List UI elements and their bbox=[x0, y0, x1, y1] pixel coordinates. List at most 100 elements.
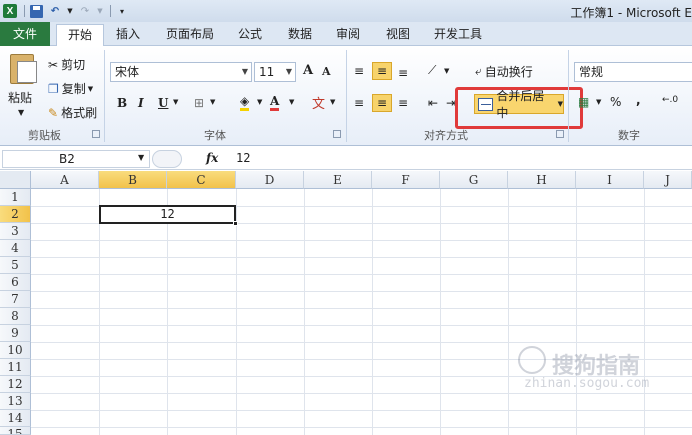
column-header[interactable]: D bbox=[236, 171, 304, 189]
currency-dropdown-icon[interactable]: ▼ bbox=[596, 98, 601, 106]
column-header[interactable]: J bbox=[644, 171, 692, 189]
underline-button[interactable]: U bbox=[158, 96, 168, 110]
row-header[interactable]: 1 bbox=[0, 189, 31, 206]
column-header[interactable]: A bbox=[31, 171, 99, 189]
copy-button[interactable]: ❐ 复制 ▼ bbox=[48, 80, 93, 97]
group-label-font: 字体 bbox=[204, 129, 226, 142]
number-format-select[interactable]: 常规 bbox=[574, 62, 692, 82]
align-top-icon[interactable]: ≡ bbox=[354, 64, 364, 78]
formula-bar: B2 ▼ fx 12 bbox=[0, 148, 692, 170]
font-name-select[interactable]: 宋体 ▼ bbox=[110, 62, 252, 82]
group-label-number: 数字 bbox=[618, 129, 640, 142]
copy-label: 复制 bbox=[61, 82, 86, 96]
row-header[interactable]: 7 bbox=[0, 291, 31, 308]
column-header[interactable]: E bbox=[304, 171, 372, 189]
column-header[interactable]: F bbox=[372, 171, 440, 189]
formula-bar-handle[interactable] bbox=[152, 150, 182, 168]
column-header[interactable]: G bbox=[440, 171, 508, 189]
column-header[interactable]: C bbox=[167, 171, 236, 189]
undo-icon[interactable]: ↶ bbox=[47, 3, 63, 19]
underline-dropdown-icon[interactable]: ▼ bbox=[173, 98, 178, 106]
row-header[interactable]: 9 bbox=[0, 325, 31, 342]
grid-line bbox=[508, 189, 509, 435]
align-right-icon[interactable]: ≡ bbox=[398, 96, 408, 110]
customize-qat-icon[interactable]: ▾ bbox=[114, 3, 130, 19]
italic-button[interactable]: I bbox=[138, 96, 144, 110]
paste-icon[interactable] bbox=[10, 54, 37, 84]
row-header[interactable]: 11 bbox=[0, 359, 31, 376]
row-header[interactable]: 4 bbox=[0, 240, 31, 257]
tab-home[interactable]: 开始 bbox=[56, 24, 104, 47]
column-header[interactable]: H bbox=[508, 171, 576, 189]
copy-dropdown-icon[interactable]: ▼ bbox=[88, 85, 93, 93]
align-bottom-icon[interactable]: ≡ bbox=[398, 66, 408, 80]
tab-data[interactable]: 数据 bbox=[282, 24, 318, 46]
fill-color-dropdown-icon[interactable]: ▼ bbox=[257, 98, 262, 106]
font-color-dropdown-icon[interactable]: ▼ bbox=[289, 98, 294, 106]
column-header[interactable]: B bbox=[99, 171, 167, 189]
align-center-icon[interactable]: ≡ bbox=[372, 94, 392, 112]
excel-app-icon[interactable]: X bbox=[2, 3, 18, 19]
chevron-down-icon[interactable]: ▼ bbox=[138, 153, 144, 162]
decrease-indent-icon[interactable]: ⇤ bbox=[428, 96, 438, 110]
align-left-icon[interactable]: ≡ bbox=[354, 96, 364, 110]
tab-formulas[interactable]: 公式 bbox=[232, 24, 268, 46]
font-launcher-icon[interactable] bbox=[333, 130, 341, 138]
wrap-text-button[interactable]: ⤶ 自动换行 bbox=[475, 63, 533, 80]
font-color-icon[interactable]: A bbox=[270, 94, 280, 111]
tab-file[interactable]: 文件 bbox=[0, 22, 50, 46]
orientation-icon[interactable]: ⟋ bbox=[428, 63, 436, 78]
row-header[interactable]: 6 bbox=[0, 274, 31, 291]
fill-handle[interactable] bbox=[233, 221, 238, 226]
row-header[interactable]: 10 bbox=[0, 342, 31, 359]
border-dropdown-icon[interactable]: ▼ bbox=[210, 98, 215, 106]
save-icon[interactable] bbox=[28, 3, 44, 19]
align-middle-icon[interactable]: ≡ bbox=[372, 62, 392, 80]
grow-font-button[interactable]: A bbox=[303, 63, 313, 78]
tab-page-layout[interactable]: 页面布局 bbox=[160, 24, 220, 46]
phonetic-dropdown-icon[interactable]: ▼ bbox=[330, 98, 335, 106]
grid-line bbox=[576, 189, 577, 435]
row-header[interactable]: 5 bbox=[0, 257, 31, 274]
row-header[interactable]: 8 bbox=[0, 308, 31, 325]
format-painter-button[interactable]: ✎ 格式刷 bbox=[48, 104, 97, 121]
border-icon[interactable]: ⊞ bbox=[194, 96, 204, 110]
tab-developer[interactable]: 开发工具 bbox=[428, 24, 488, 46]
currency-icon[interactable]: ▦ bbox=[578, 95, 589, 109]
cut-button[interactable]: ✂ 剪切 bbox=[48, 56, 85, 73]
undo-dropdown-icon[interactable]: ▼ bbox=[66, 3, 74, 19]
bold-button[interactable]: B bbox=[117, 96, 127, 110]
group-separator bbox=[346, 50, 347, 142]
redo-icon[interactable]: ↷ bbox=[77, 3, 93, 19]
row-header[interactable]: 12 bbox=[0, 376, 31, 393]
percent-button[interactable]: % bbox=[610, 95, 621, 109]
tab-view[interactable]: 视图 bbox=[380, 24, 416, 46]
group-separator bbox=[104, 50, 105, 142]
row-header[interactable]: 3 bbox=[0, 223, 31, 240]
tab-insert[interactable]: 插入 bbox=[110, 24, 146, 46]
row-header[interactable]: 14 bbox=[0, 410, 31, 427]
group-label-clipboard: 剪贴板 bbox=[28, 129, 61, 142]
alignment-launcher-icon[interactable] bbox=[556, 130, 564, 138]
paste-button[interactable]: 粘贴 bbox=[8, 89, 32, 106]
row-header[interactable]: 2 bbox=[0, 206, 31, 223]
row-header[interactable]: 15 bbox=[0, 427, 31, 435]
clipboard-launcher-icon[interactable] bbox=[92, 130, 100, 138]
orientation-dropdown-icon[interactable]: ▼ bbox=[444, 67, 449, 75]
paste-dropdown-icon[interactable]: ▼ bbox=[18, 108, 24, 117]
font-size-select[interactable]: 11 ▼ bbox=[254, 62, 296, 82]
tab-review[interactable]: 审阅 bbox=[330, 24, 366, 46]
phonetic-guide-icon[interactable]: 文 bbox=[312, 93, 325, 112]
merged-cell-b2[interactable]: 12 bbox=[99, 205, 236, 224]
increase-decimal-icon[interactable]: ←.0 bbox=[662, 95, 678, 105]
comma-button[interactable]: , bbox=[636, 93, 641, 107]
redo-dropdown-icon[interactable]: ▼ bbox=[96, 3, 104, 19]
fill-color-icon[interactable]: ◈ bbox=[240, 94, 250, 111]
formula-input[interactable]: 12 bbox=[236, 151, 250, 165]
shrink-font-button[interactable]: A bbox=[322, 65, 331, 78]
row-header[interactable]: 13 bbox=[0, 393, 31, 410]
column-header[interactable]: I bbox=[576, 171, 644, 189]
insert-function-icon[interactable]: fx bbox=[206, 151, 218, 165]
name-box[interactable]: B2 bbox=[2, 150, 150, 168]
select-all-corner[interactable] bbox=[0, 171, 31, 189]
